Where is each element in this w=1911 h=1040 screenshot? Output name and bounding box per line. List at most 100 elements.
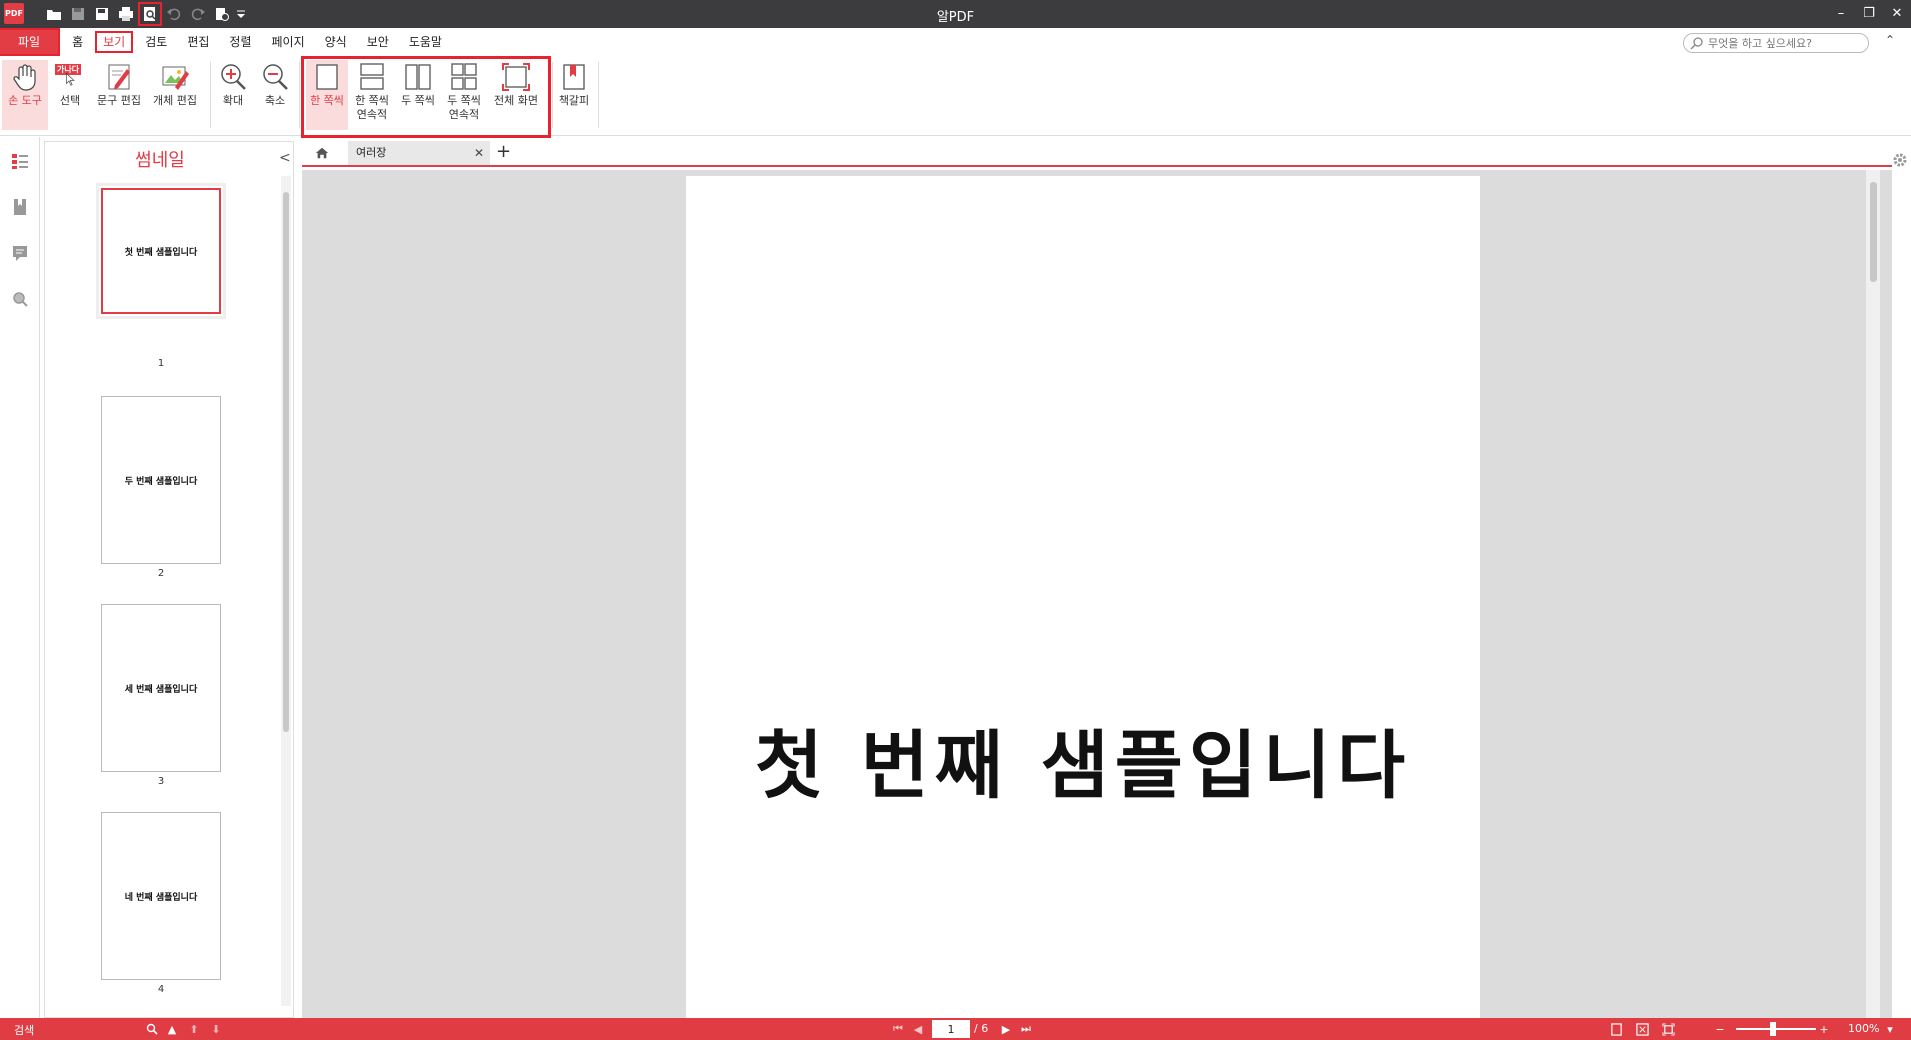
save-as-icon[interactable] — [92, 4, 112, 24]
zoom-out-button[interactable]: 축소 — [256, 60, 294, 130]
ribbon-separator — [210, 62, 211, 128]
menu-file[interactable]: 파일 — [0, 28, 61, 56]
gear-icon[interactable] — [1892, 152, 1908, 168]
comment-panel-icon[interactable] — [10, 243, 30, 263]
menu-arrange[interactable]: 정렬 — [219, 31, 261, 53]
page-total: / 6 — [974, 1022, 989, 1035]
first-page-icon[interactable]: ⏮ — [890, 1021, 906, 1037]
zoom-out-icon — [263, 64, 288, 90]
menu-security[interactable]: 보안 — [357, 31, 399, 53]
app-title: 알PDF — [936, 10, 975, 25]
fit-page-icon[interactable] — [1634, 1021, 1650, 1037]
redo-icon[interactable] — [188, 4, 208, 24]
zoom-plus-icon[interactable]: + — [1816, 1021, 1832, 1037]
document-tab[interactable]: 여러장 ✕ — [348, 141, 490, 165]
fit-width-icon[interactable] — [1660, 1021, 1676, 1037]
thumbnail-number: 4 — [157, 984, 165, 995]
menu-page[interactable]: 페이지 — [262, 31, 315, 53]
next-result-icon[interactable]: ⬇ — [208, 1021, 224, 1037]
scrollbar-thumb[interactable] — [283, 192, 289, 732]
search-icon[interactable] — [144, 1021, 160, 1037]
zoom-minus-icon[interactable]: − — [1712, 1021, 1728, 1037]
ribbon-toolbar: 손 도구 가나다 선택 문구 편집 개체 편집 확대 축소 한 쪽씩 한 쪽씩 … — [0, 56, 1911, 138]
undo-icon[interactable] — [164, 4, 184, 24]
page-number-input[interactable] — [932, 1020, 970, 1038]
two-page-icon — [405, 64, 431, 90]
customize-toolbar-icon[interactable] — [236, 4, 246, 24]
thumbnail-page-2[interactable]: 두 번째 샘플입니다 — [101, 396, 221, 564]
thumbnail-panel-icon[interactable] — [10, 151, 30, 171]
thumbnail-page-3[interactable]: 세 번째 샘플입니다 — [101, 604, 221, 772]
zoom-in-button[interactable]: 확대 — [214, 60, 252, 130]
thumbnail-page-1[interactable]: 첫 번째 샘플입니다 — [96, 183, 226, 319]
menu-review[interactable]: 검토 — [135, 31, 177, 53]
bookmark-button[interactable]: 책갈피 — [556, 60, 592, 130]
minimize-icon[interactable]: – — [1831, 2, 1851, 24]
thumbnail-text: 네 번째 샘플입니다 — [124, 892, 198, 903]
quick-access-toolbar — [44, 2, 246, 26]
single-page-view-icon[interactable] — [1608, 1021, 1624, 1037]
thumbnail-text: 세 번째 샘플입니다 — [124, 684, 198, 695]
last-page-icon[interactable]: ⏭ — [1018, 1021, 1034, 1037]
document-properties-icon[interactable] — [212, 4, 232, 24]
previous-page-icon[interactable]: ◀ — [910, 1021, 926, 1037]
home-tab-icon[interactable] — [312, 143, 332, 163]
scrollbar-thumb[interactable] — [1870, 182, 1877, 282]
menu-form[interactable]: 양식 — [315, 31, 357, 53]
document-page: 첫 번째 샘플입니다 — [686, 176, 1480, 1018]
menu-help[interactable]: 도움말 — [399, 31, 452, 53]
chevron-up-icon[interactable]: ⌃ — [1885, 33, 1901, 49]
thumbnail-page-4[interactable]: 네 번째 샘플입니다 — [101, 812, 221, 980]
restore-icon[interactable]: ❐ — [1859, 2, 1879, 24]
hand-icon — [13, 64, 36, 91]
text-edit-button[interactable]: 문구 편집 — [92, 60, 146, 130]
document-tab-label: 여러장 — [356, 146, 387, 159]
chevron-left-icon[interactable]: < — [279, 150, 291, 166]
search-input[interactable] — [1708, 35, 1864, 51]
menu-edit[interactable]: 편집 — [177, 31, 219, 53]
zoom-level[interactable]: 100% — [1848, 1022, 1879, 1035]
window-controls: – ❐ ✕ — [1831, 2, 1907, 24]
ribbon-separator — [552, 62, 553, 128]
menu-list: 파일 홈 보기 검토 편집 정렬 페이지 양식 보안 도움말 — [0, 28, 452, 56]
hand-tool-button[interactable]: 손 도구 — [2, 60, 48, 130]
new-tab-icon[interactable]: + — [496, 141, 511, 162]
search-panel-icon[interactable] — [10, 289, 30, 309]
thumbnail-panel: 썸네일 < 첫 번째 샘플입니다 1 두 번째 샘플입니다 2 세 번째 샘플입… — [44, 141, 294, 1018]
print-preview-icon[interactable] — [138, 2, 162, 26]
select-button[interactable]: 가나다 선택 — [50, 60, 90, 130]
document-viewer[interactable]: 첫 번째 샘플입니다 — [302, 170, 1892, 1018]
document-tab-bar: 여러장 ✕ + — [302, 139, 1892, 167]
single-continuous-button[interactable]: 한 쪽씩 연속적 — [350, 60, 394, 130]
menu-home[interactable]: 홈 — [62, 31, 93, 53]
open-icon[interactable] — [44, 4, 64, 24]
single-continuous-icon — [360, 63, 384, 90]
previous-result-icon[interactable]: ⬆ — [186, 1021, 202, 1037]
fullscreen-button[interactable]: 전체 화면 — [488, 60, 544, 130]
document-scrollbar[interactable] — [1866, 170, 1880, 1018]
image-edit-icon — [162, 66, 189, 90]
side-panel-bar — [0, 137, 40, 1018]
status-search-label: 검색 — [14, 1024, 35, 1037]
bookmark-panel-icon[interactable] — [10, 197, 30, 217]
next-page-icon[interactable]: ▶ — [998, 1021, 1014, 1037]
cursor-icon — [66, 72, 75, 86]
ribbon-separator — [598, 62, 599, 128]
thumbnail-scrollbar[interactable] — [281, 176, 291, 1006]
zoom-slider[interactable] — [1736, 1028, 1816, 1030]
object-edit-button[interactable]: 개체 편집 — [148, 60, 202, 130]
tab-close-icon[interactable]: ✕ — [474, 141, 484, 165]
close-icon[interactable]: ✕ — [1887, 2, 1907, 24]
triangle-up-icon[interactable]: ▲ — [164, 1021, 180, 1037]
save-icon[interactable] — [68, 4, 88, 24]
zoom-in-icon — [221, 64, 246, 90]
zoom-slider-handle[interactable] — [1770, 1022, 1776, 1036]
page-content-text: 첫 번째 샘플입니다 — [754, 723, 1412, 809]
menu-view[interactable]: 보기 — [95, 31, 134, 53]
single-page-icon — [316, 64, 338, 90]
single-page-button[interactable]: 한 쪽씩 — [306, 60, 348, 130]
two-continuous-button[interactable]: 두 쪽씩 연속적 — [442, 60, 486, 130]
chevron-down-icon[interactable]: ▾ — [1882, 1021, 1898, 1037]
two-page-button[interactable]: 두 쪽씩 — [396, 60, 440, 130]
print-icon[interactable] — [116, 4, 136, 24]
